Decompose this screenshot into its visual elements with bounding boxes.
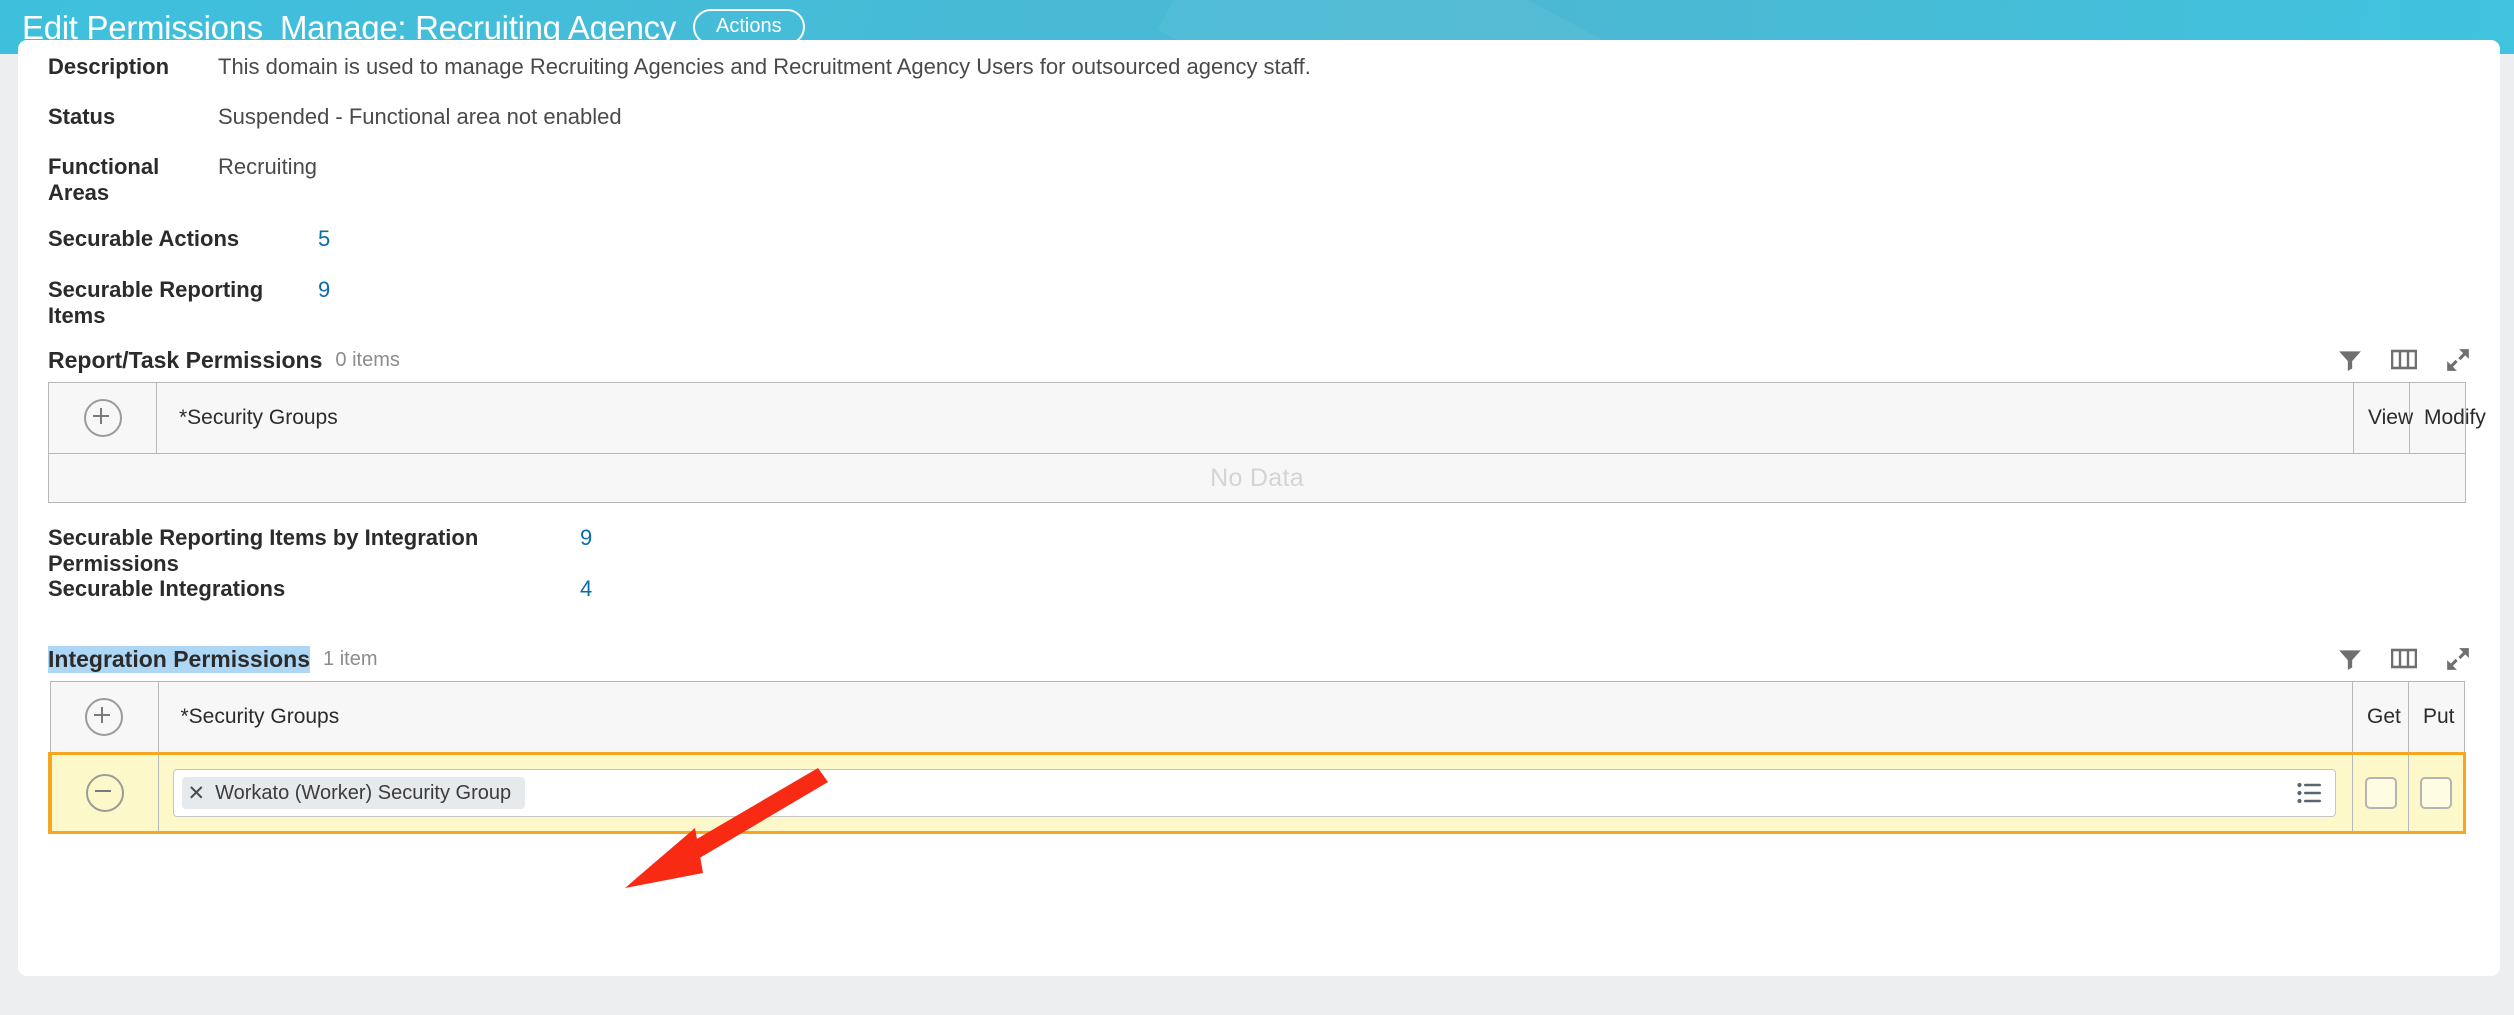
grid-toolbar [2336,637,2472,681]
put-checkbox-cell [2408,752,2466,834]
integration-permissions-table: *Security Groups Get Put ✕ Workato (Work… [48,681,2466,834]
grid-item-count: 0 items [335,348,400,371]
grid-title: Report/Task Permissions [48,346,323,373]
count-value-link[interactable]: 9 [580,525,592,551]
content-card: Description This domain is used to manag… [18,40,2500,976]
remove-row-button[interactable] [85,774,124,812]
count-row-securable-actions: Securable Actions 5 [18,226,2500,277]
table-header-row: *Security Groups Get Put [49,681,2465,754]
report-task-permissions-table: *Security Groups View Modify No Data [48,382,2486,503]
breadcrumb[interactable]: Edit Permissions [22,11,263,44]
column-header-modify[interactable]: Modify [2409,382,2486,454]
column-header-view[interactable]: View [2353,382,2413,454]
list-prompt-icon[interactable] [2297,782,2323,804]
column-header-put[interactable]: Put [2408,681,2465,754]
add-row-button[interactable] [85,698,123,736]
field-label: Functional Areas [48,154,160,205]
empty-state-message: No Data [48,453,2466,503]
security-group-multiselect[interactable]: ✕ Workato (Worker) Security Group [172,769,2336,817]
column-header-security-groups[interactable]: *Security Groups [157,681,2353,754]
remove-row-cell [48,752,159,834]
expand-icon[interactable] [2444,645,2472,673]
get-checkbox[interactable] [2364,777,2397,809]
field-value: This domain is used to manage Recruiting… [218,54,1311,79]
field-value: Suspended - Functional area not enabled [218,104,622,129]
count-row-securable-integrations: Securable Integrations 4 [18,576,2500,627]
count-label: Securable Reporting Items by Integration… [48,525,479,576]
column-header-security-groups[interactable]: *Security Groups [156,382,2354,454]
report-task-permissions-section: Report/Task Permissions 0 items *Securit… [18,338,2500,503]
field-row-status: Status Suspended - Functional area not e… [18,104,2500,154]
field-label: Status [48,104,116,129]
count-row-securable-reporting-items: Securable Reporting Items 9 [18,277,2500,328]
page-right-gutter [2500,54,2514,1015]
field-row-functional-areas: Functional Areas Recruiting [18,154,2500,205]
security-group-cell[interactable]: ✕ Workato (Worker) Security Group [157,752,2353,834]
count-label: Securable Reporting Items [48,277,264,328]
grid-title-bar: Integration Permissions 1 item [18,637,2500,681]
field-value: Recruiting [218,154,318,179]
count-label: Securable Integrations [48,576,286,601]
table-row: ✕ Workato (Worker) Security Group [48,752,2466,834]
count-label: Securable Actions [48,226,240,251]
get-checkbox-cell [2352,752,2409,834]
count-value-link[interactable]: 9 [318,277,330,303]
count-value-link[interactable]: 4 [580,576,592,602]
close-icon[interactable]: ✕ [188,783,206,804]
grid-title-bar: Report/Task Permissions 0 items [18,338,2500,382]
count-row-securable-reporting-by-integration: Securable Reporting Items by Integration… [18,525,2500,576]
field-row-description: Description This domain is used to manag… [18,54,2500,104]
page-title: Manage: Recruiting Agency [279,8,677,46]
selected-security-group-pill: ✕ Workato (Worker) Security Group [181,777,526,809]
add-row-button[interactable] [83,399,122,437]
field-label: Description [48,54,170,79]
add-row-header-cell [49,681,159,754]
table-empty-row: No Data [48,453,2466,503]
grid-toolbar [2336,338,2472,382]
grid-item-count: 1 item [323,647,378,670]
card-body: Description This domain is used to manag… [18,54,2500,834]
columns-icon[interactable] [2390,346,2418,374]
put-checkbox[interactable] [2420,777,2452,809]
filter-icon[interactable] [2336,346,2364,374]
table-header-row: *Security Groups View Modify [48,382,2486,454]
integration-permissions-section: Integration Permissions 1 item *Security… [18,637,2500,834]
columns-icon[interactable] [2390,645,2418,673]
column-header-get[interactable]: Get [2352,681,2409,754]
selected-security-group-label: Workato (Worker) Security Group [215,781,512,804]
expand-icon[interactable] [2444,346,2472,374]
filter-icon[interactable] [2336,645,2364,673]
add-row-header-cell [48,382,157,454]
count-value-link[interactable]: 5 [318,226,330,252]
grid-title: Integration Permissions [48,645,311,673]
